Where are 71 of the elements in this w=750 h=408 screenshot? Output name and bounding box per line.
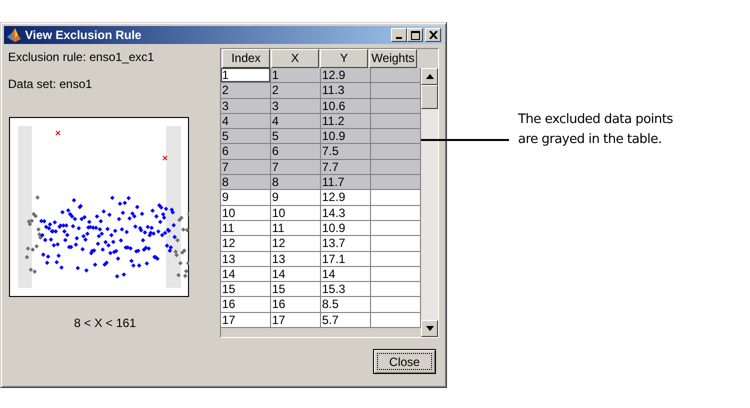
table-cell: 14.3 [321,206,371,221]
table-cell: 10 [271,206,321,221]
table-cell: 15 [221,282,271,298]
plot-caption: 8 < X < 161 [74,316,136,330]
table-cell: 12 [271,236,321,252]
scroll-up-button[interactable] [421,68,438,85]
table-cell: 11.2 [321,114,371,130]
table-cell: 5 [271,129,321,144]
table-cell: 7.5 [321,144,371,160]
table-cell: 6 [271,144,321,160]
table-cell: 4 [221,114,271,130]
column-header[interactable]: Y [320,49,368,68]
table-cell: 1 [221,68,271,84]
table-cell: 7 [221,160,271,176]
window-title: View Exclusion Rule [25,28,142,42]
down-arrow-icon [426,326,434,331]
table-cell: 15.3 [321,282,371,298]
data-set-label: Data set: enso1 [8,77,92,91]
table-cell: 17 [221,312,271,328]
up-arrow-icon [426,74,434,79]
column-header[interactable]: Weights [369,49,417,68]
table-cell: 13 [271,252,321,267]
table-cell: 1 [271,68,321,84]
table-cell: 8 [221,175,271,190]
table-cell: 2 [221,83,271,99]
table-cell: 12 [221,236,271,252]
table-cell: 13.7 [321,236,371,252]
table-cell: 2 [271,83,321,99]
table-cell: 5.7 [321,312,371,328]
close-icon [428,31,438,39]
table-cell: 17 [271,312,321,328]
surface-icon [6,27,22,43]
table-cell: 14 [221,266,271,282]
exclusion-rule-label: Exclusion rule: enso1_exc1 [8,50,154,64]
table-cell: 3 [221,98,271,114]
minimize-button[interactable] [391,28,407,42]
table-cell: 14 [321,266,371,282]
table-cell: 9 [221,190,271,206]
close-dialog-button[interactable]: Close [373,349,436,374]
table-cell: 11 [221,220,271,236]
table-cell: 12.9 [321,190,371,206]
scrollbar-thumb[interactable] [421,85,438,109]
table-cell: 10.9 [321,129,371,144]
annotation-text: The excluded data points are grayed in the table. [518,111,673,149]
table-cell: 11.3 [321,83,371,99]
table-cell: 14 [271,266,321,282]
table-cell: 12.9 [321,68,371,84]
table-cell: 7.7 [321,160,371,176]
scroll-down-button[interactable] [421,320,438,337]
table-cell: 15 [271,282,321,298]
table-cell: 17.1 [321,252,371,267]
table-cell: 11 [271,220,321,236]
table-cell: 6 [221,144,271,160]
table-cell: 11.7 [321,175,371,190]
table-cell: 16 [271,297,321,313]
table-cell: 16 [221,297,271,313]
column-header[interactable]: X [271,49,319,68]
table-cell: 7 [271,160,321,176]
table-cell: 13 [221,252,271,267]
table-cell: 8.5 [321,297,371,313]
table-cell: 10 [221,206,271,221]
table-cell: 4 [271,114,321,130]
close-button[interactable] [425,28,441,42]
maximize-button[interactable] [407,28,423,42]
table-cell: 10.6 [321,98,371,114]
table-cell: 5 [221,129,271,144]
table-cell: 3 [271,98,321,114]
table-cell: 8 [271,175,321,190]
table-cell: 10.9 [321,220,371,236]
column-header[interactable]: Index [222,49,270,68]
table-cell: 9 [271,190,321,206]
